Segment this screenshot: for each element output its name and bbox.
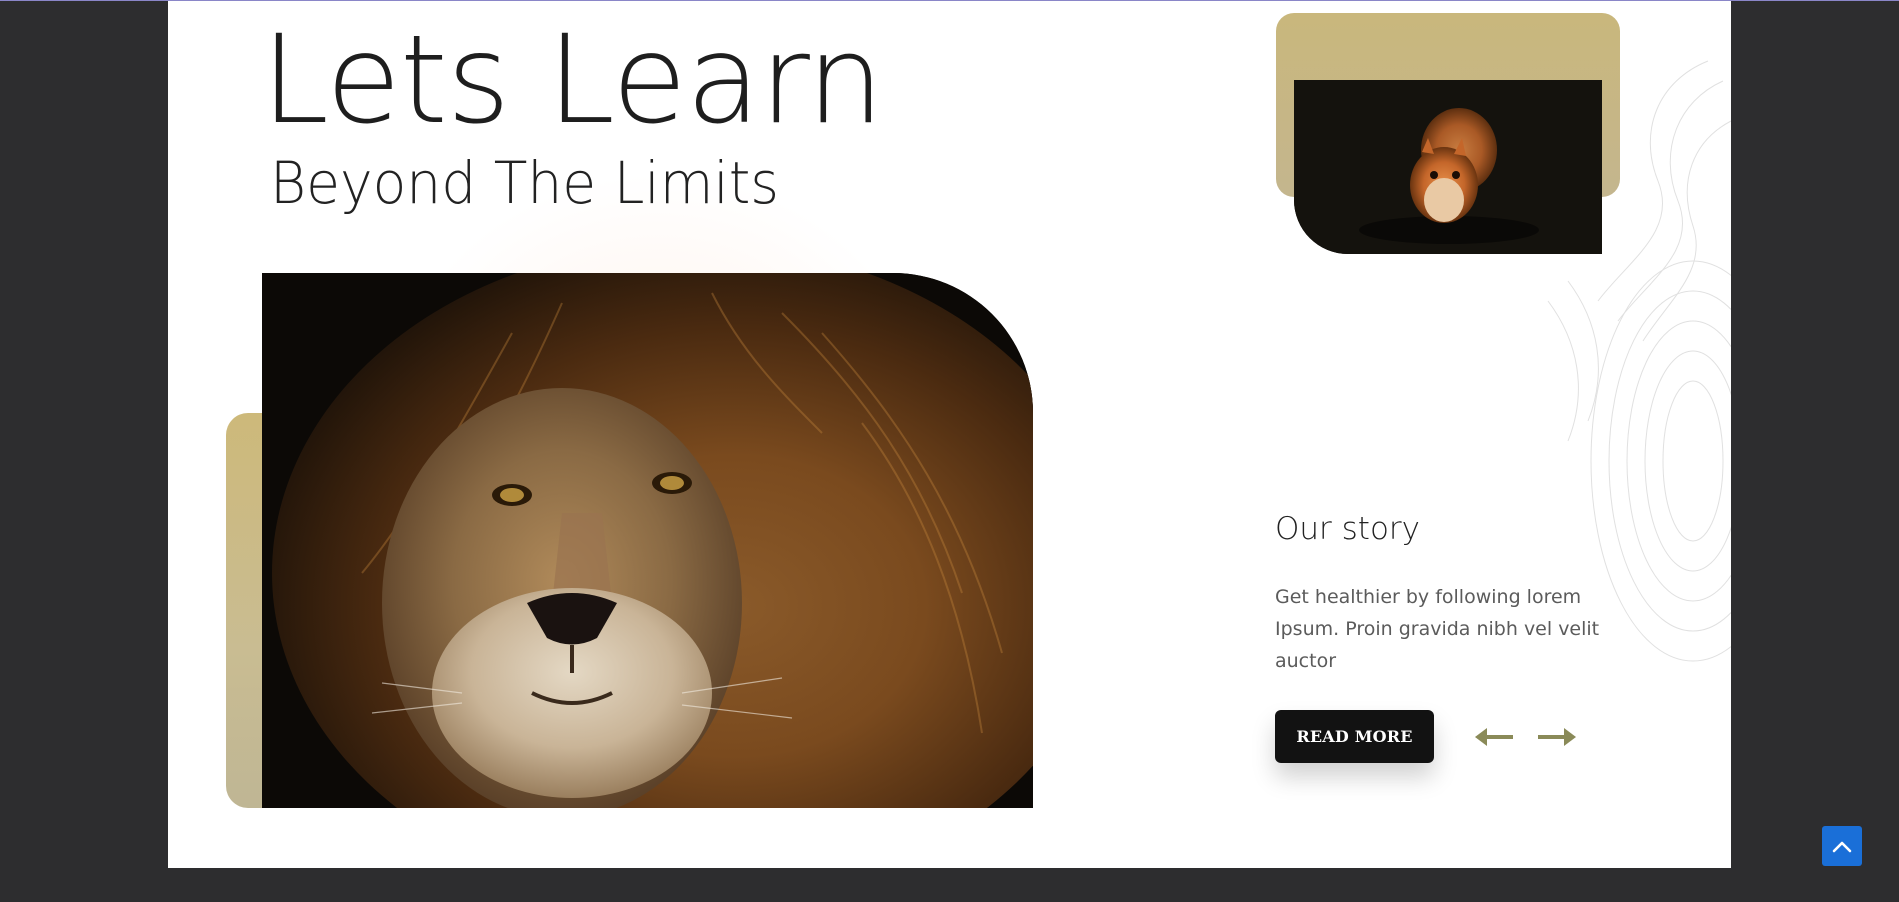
chevron-up-icon [1832, 841, 1852, 853]
page-subtitle: Beyond The Limits [270, 149, 780, 217]
hero-section: Lets Learn Beyond The Limits Our story G… [168, 1, 1731, 868]
lion-image [262, 273, 1033, 808]
arrow-right-icon [1538, 728, 1576, 746]
scroll-to-top-button[interactable] [1822, 826, 1862, 866]
arrow-left-icon [1475, 728, 1513, 746]
slider-prev-button[interactable] [1473, 724, 1515, 750]
lion-photo [262, 273, 1033, 808]
slider-next-button[interactable] [1536, 724, 1578, 750]
page-title: Lets Learn [261, 9, 884, 151]
story-heading: Our story [1275, 511, 1421, 547]
story-body: Get healthier by following lorem Ipsum. … [1275, 586, 1600, 672]
read-more-button[interactable]: READ MORE [1275, 710, 1434, 763]
